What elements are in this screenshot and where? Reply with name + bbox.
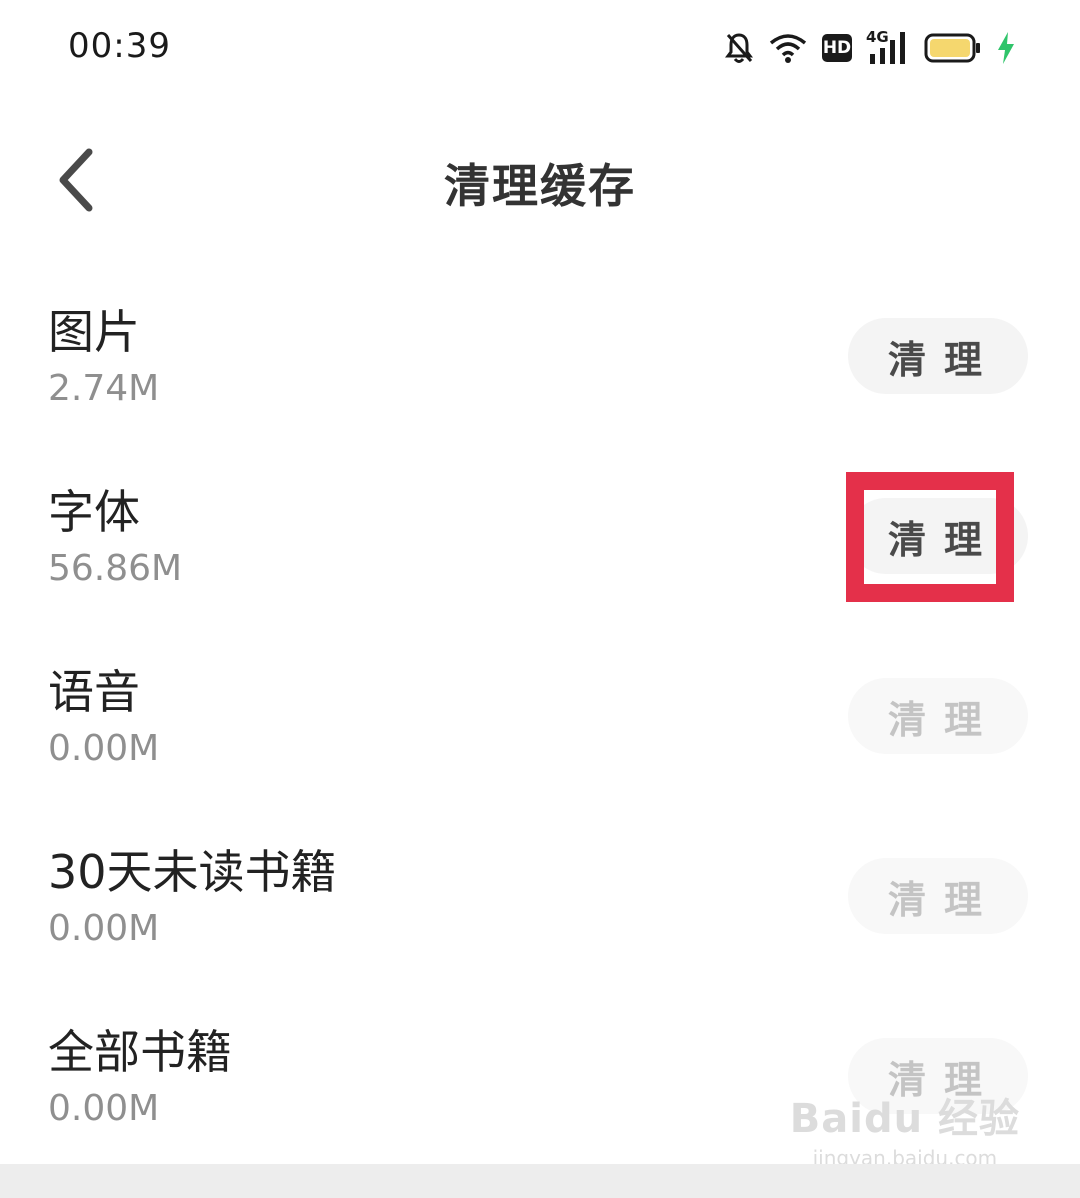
item-size: 0.00M	[48, 908, 160, 949]
signal-4g-icon: 4G	[866, 28, 910, 66]
bottom-bar	[0, 1164, 1080, 1198]
item-name: 字体	[48, 485, 140, 539]
item-size: 0.00M	[48, 728, 160, 769]
top-nav: 清理缓存	[0, 120, 1080, 240]
battery-icon	[924, 33, 982, 63]
list-item-unread-books: 30天未读书籍 0.00M 清理	[0, 822, 1080, 1002]
bell-off-icon	[724, 31, 754, 65]
charging-bolt-icon	[996, 31, 1016, 65]
cache-list: 图片 2.74M 清理 字体 56.86M 清理 语音 0.00M 清理 30天…	[0, 282, 1080, 1182]
wifi-icon	[768, 32, 808, 64]
watermark: Baidu 经验 jingyan.baidu.com	[790, 1086, 1020, 1170]
hd-icon: HD	[822, 34, 852, 62]
item-size: 56.86M	[48, 548, 183, 589]
list-item-voice: 语音 0.00M 清理	[0, 642, 1080, 822]
status-bar: 00:39 HD 4G	[0, 0, 1080, 96]
list-item-images: 图片 2.74M 清理	[0, 282, 1080, 462]
watermark-logo: Baidu 经验	[789, 1096, 1020, 1142]
item-size: 0.00M	[48, 1088, 160, 1129]
item-size: 2.74M	[48, 368, 160, 409]
status-time: 00:39	[68, 26, 171, 66]
item-name: 30天未读书籍	[48, 845, 337, 899]
list-item-fonts: 字体 56.86M 清理	[0, 462, 1080, 642]
status-icons: HD 4G	[724, 28, 1016, 68]
item-name: 语音	[48, 665, 140, 719]
clear-unread-books-button[interactable]: 清理	[848, 858, 1028, 934]
clear-images-button[interactable]: 清理	[848, 318, 1028, 394]
clear-fonts-button[interactable]: 清理	[848, 498, 1028, 574]
page-title: 清理缓存	[444, 159, 636, 213]
item-name: 全部书籍	[48, 1025, 232, 1079]
clear-voice-button[interactable]: 清理	[848, 678, 1028, 754]
item-name: 图片	[48, 305, 140, 359]
